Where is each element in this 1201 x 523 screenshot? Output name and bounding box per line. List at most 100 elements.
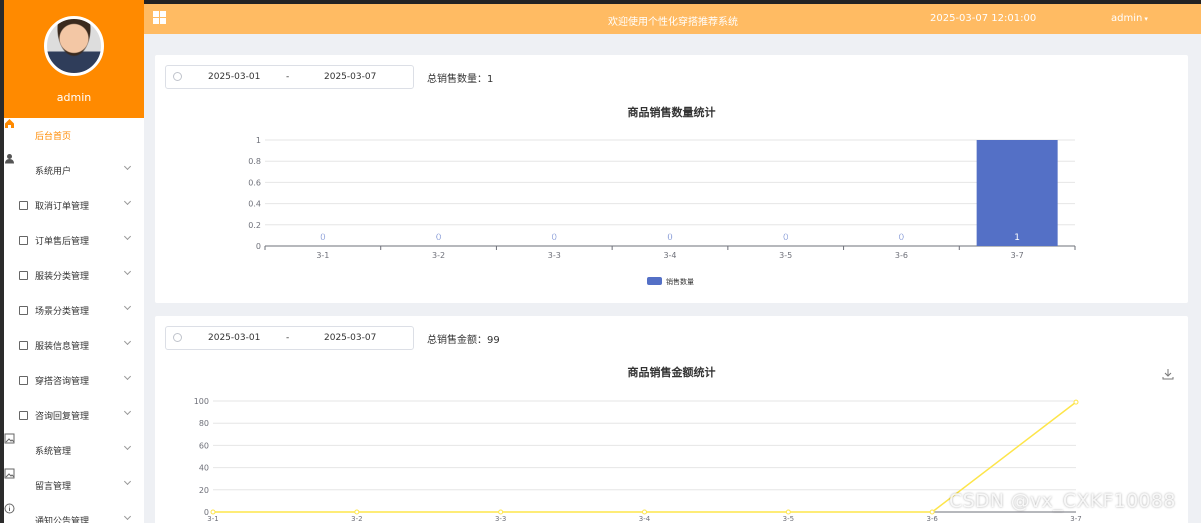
legend-label[interactable]: 销售数量 bbox=[666, 277, 694, 286]
data-point[interactable] bbox=[1073, 399, 1079, 405]
data-label: 0 bbox=[551, 233, 557, 243]
y-tick-label: 0.4 bbox=[248, 200, 261, 209]
chevron-down-icon bbox=[123, 302, 132, 311]
info-icon bbox=[4, 503, 29, 523]
y-tick-label: 100 bbox=[194, 397, 209, 406]
data-label: 1 bbox=[1014, 233, 1020, 243]
sidebar-item-3[interactable]: 取消订单管理 bbox=[4, 188, 144, 223]
sidebar-item-7[interactable]: 服装信息管理 bbox=[4, 328, 144, 363]
chevron-down-icon bbox=[123, 407, 132, 416]
data-label: 0 bbox=[783, 233, 789, 243]
chevron-down-icon bbox=[123, 337, 132, 346]
grid-menu-icon[interactable] bbox=[153, 11, 166, 24]
watermark: CSDN @vx_CXKF10088 bbox=[949, 490, 1176, 512]
x-tick-label: 3-4 bbox=[663, 251, 676, 260]
top-bar: 欢迎使用个性化穿搭推荐系统 2025-03-07 12:01:00 admin ▾ bbox=[144, 0, 1201, 34]
bar[interactable] bbox=[976, 140, 1058, 246]
x-tick-label: 3-1 bbox=[207, 515, 218, 523]
y-tick-label: 20 bbox=[199, 486, 209, 495]
chevron-down-icon bbox=[123, 372, 132, 381]
chevron-down-icon bbox=[123, 442, 132, 451]
sidebar-menu: 后台首页系统用户取消订单管理 订单售后管理 服装分类管理 场景分类管理 服装信息管理 穿搭… bbox=[4, 118, 144, 523]
sidebar-item-label: 订单售后管理 bbox=[35, 237, 90, 247]
y-tick-label: 0 bbox=[256, 242, 261, 251]
profile-panel: admin bbox=[4, 0, 144, 118]
sidebar-item-label: 服装分类管理 bbox=[35, 272, 90, 282]
chevron-down-icon bbox=[123, 232, 132, 241]
data-point[interactable] bbox=[210, 509, 216, 515]
sidebar-item-label: 取消订单管理 bbox=[35, 202, 90, 212]
data-point[interactable] bbox=[785, 509, 791, 515]
document-icon bbox=[18, 200, 29, 211]
y-tick-label: 1 bbox=[256, 136, 261, 145]
x-tick-label: 3-6 bbox=[926, 515, 938, 523]
user-name: admin bbox=[1111, 13, 1143, 24]
sidebar-item-1[interactable]: 后台首页 bbox=[4, 118, 144, 153]
x-tick-label: 3-3 bbox=[548, 251, 561, 260]
data-label: 0 bbox=[667, 233, 673, 243]
data-label: 0 bbox=[320, 233, 326, 243]
sidebar-item-label: 留言管理 bbox=[35, 482, 72, 492]
y-tick-label: 40 bbox=[199, 464, 209, 473]
avatar[interactable] bbox=[44, 16, 104, 76]
chevron-down-icon bbox=[123, 267, 132, 276]
x-tick-label: 3-4 bbox=[639, 515, 651, 523]
x-tick-label: 3-2 bbox=[351, 515, 362, 523]
data-label: 0 bbox=[899, 233, 905, 243]
data-point[interactable] bbox=[929, 509, 935, 515]
sidebar-item-2[interactable]: 系统用户 bbox=[4, 153, 144, 188]
sidebar-item-10[interactable]: 系统管理 bbox=[4, 433, 144, 468]
data-point[interactable] bbox=[498, 509, 504, 515]
chevron-down-icon: ▾ bbox=[1144, 15, 1148, 23]
sidebar-item-label: 服装信息管理 bbox=[35, 342, 90, 352]
sidebar-item-12[interactable]: 通知公告管理 bbox=[4, 503, 144, 523]
x-tick-label: 3-1 bbox=[316, 251, 329, 260]
chevron-down-icon bbox=[123, 477, 132, 486]
legend-swatch[interactable] bbox=[647, 277, 662, 285]
sales-quantity-card: 2025-03-01 - 2025-03-07 总销售数量：1 商品销售数量统计… bbox=[155, 55, 1188, 303]
y-tick-label: 80 bbox=[199, 419, 209, 428]
bar-chart: 0 0.2 0.4 0.6 0.8 1 3-1 0 3-2 0 3-3 0 3-4 0 3-5 0 3-6 0 3-… bbox=[248, 136, 1076, 286]
x-tick-label: 3-5 bbox=[779, 251, 792, 260]
document-icon bbox=[18, 305, 29, 316]
user-icon bbox=[5, 154, 29, 176]
sidebar-item-5[interactable]: 服装分类管理 bbox=[4, 258, 144, 293]
document-icon bbox=[18, 375, 29, 386]
welcome-text: 欢迎使用个性化穿搭推荐系统 bbox=[608, 17, 738, 28]
home-icon bbox=[5, 119, 29, 141]
sidebar-item-11[interactable]: 留言管理 bbox=[4, 468, 144, 503]
document-icon bbox=[18, 235, 29, 246]
sidebar-item-label: 系统用户 bbox=[35, 167, 72, 177]
x-tick-label: 3-7 bbox=[1011, 251, 1024, 260]
x-tick-label: 3-5 bbox=[783, 515, 794, 523]
sidebar-item-4[interactable]: 订单售后管理 bbox=[4, 223, 144, 258]
current-datetime: 2025-03-07 12:01:00 bbox=[930, 13, 1037, 24]
image-icon bbox=[4, 468, 29, 491]
y-tick-label: 0.8 bbox=[248, 157, 261, 166]
data-label: 0 bbox=[436, 233, 442, 243]
y-tick-label: 0.2 bbox=[248, 221, 261, 230]
series-line bbox=[213, 401, 1077, 513]
sidebar-item-label: 后台首页 bbox=[35, 132, 72, 142]
y-tick-label: 0.6 bbox=[248, 178, 261, 187]
sidebar-item-label: 场景分类管理 bbox=[35, 307, 90, 317]
user-dropdown[interactable]: admin ▾ bbox=[1111, 13, 1148, 24]
sidebar-item-6[interactable]: 场景分类管理 bbox=[4, 293, 144, 328]
x-tick-label: 3-6 bbox=[895, 251, 908, 260]
y-tick-label: 60 bbox=[199, 441, 209, 450]
sidebar-item-9[interactable]: 咨询回复管理 bbox=[4, 398, 144, 433]
chevron-down-icon bbox=[123, 512, 132, 521]
document-icon bbox=[18, 270, 29, 281]
sidebar-item-8[interactable]: 穿搭咨询管理 bbox=[4, 363, 144, 398]
sidebar-item-label: 咨询回复管理 bbox=[35, 412, 90, 422]
chevron-down-icon bbox=[123, 162, 132, 171]
data-point[interactable] bbox=[354, 509, 360, 515]
sidebar-item-label: 穿搭咨询管理 bbox=[35, 377, 90, 387]
x-tick-label: 3-7 bbox=[1070, 515, 1081, 523]
data-point[interactable] bbox=[642, 509, 647, 515]
document-icon bbox=[18, 410, 29, 421]
x-tick-label: 3-3 bbox=[495, 515, 506, 523]
image-icon bbox=[4, 433, 29, 456]
x-tick-label: 3-2 bbox=[432, 251, 445, 260]
document-icon bbox=[18, 340, 29, 351]
